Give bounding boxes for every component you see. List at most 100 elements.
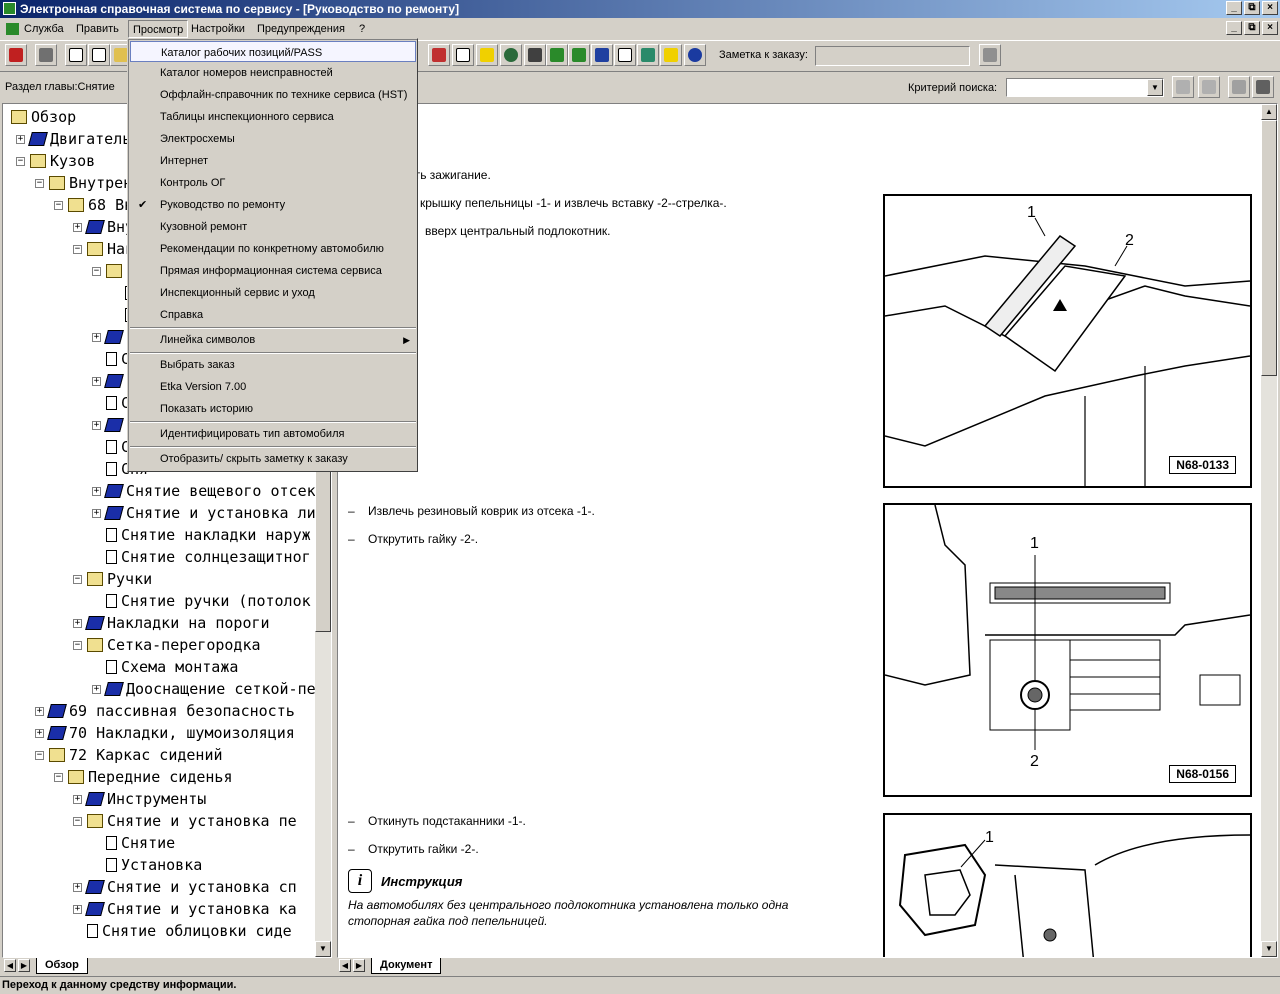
tree-collapse-toggle[interactable]: − [73, 641, 82, 650]
restore-button[interactable]: ⧉ [1244, 1, 1260, 15]
tree-item[interactable]: Кузов [30, 150, 95, 172]
menu-item-inspection-tables[interactable]: Таблицы инспекционного сервиса [130, 106, 416, 128]
tree-item[interactable]: Инструменты [85, 788, 206, 810]
list-button[interactable] [452, 44, 474, 66]
tree-item[interactable]: Снятие облицовки сиде [87, 920, 292, 942]
tree-item[interactable]: Снятие накладки наруж [106, 524, 311, 546]
tree-expand-toggle[interactable]: + [73, 905, 82, 914]
menu-item-history[interactable]: Показать историю [130, 398, 416, 420]
globe-button[interactable] [500, 44, 522, 66]
menu-item-etka[interactable]: Etka Version 7.00 [130, 376, 416, 398]
tab-nav-left-icon[interactable]: ◀ [339, 959, 351, 972]
scroll-up-icon[interactable]: ▲ [1261, 104, 1277, 120]
search-prev-button[interactable] [1172, 76, 1194, 98]
tree-expand-toggle[interactable]: + [92, 685, 101, 694]
tree-collapse-toggle[interactable]: − [35, 179, 44, 188]
tree-item[interactable]: Снятие вещевого отсек [104, 480, 316, 502]
menu-item-help[interactable]: Справка [130, 304, 416, 326]
nav-back-button[interactable] [1228, 76, 1250, 98]
tree-item[interactable]: Двигатель [28, 128, 131, 150]
tree-expand-toggle[interactable]: + [73, 795, 82, 804]
tree-item[interactable]: Снятие и установка сп [85, 876, 297, 898]
tree-expand-toggle[interactable]: + [73, 223, 82, 232]
tree-collapse-toggle[interactable]: − [73, 245, 82, 254]
tree-collapse-toggle[interactable]: − [54, 201, 63, 210]
menu-service[interactable]: Служба [2, 20, 68, 38]
tree-item[interactable]: Снятие и установка ли [104, 502, 316, 524]
tree-expand-toggle[interactable]: + [35, 707, 44, 716]
tree-expand-toggle[interactable]: + [92, 421, 101, 430]
scroll-down-icon[interactable]: ▼ [315, 941, 331, 957]
tree-expand-toggle[interactable]: + [92, 509, 101, 518]
print-button[interactable] [35, 44, 57, 66]
edit-doc-button[interactable] [88, 44, 110, 66]
menu-item-identify-vehicle[interactable]: Идентифицировать тип автомобиля [130, 423, 416, 445]
tree-item[interactable]: Снятие и установка пе [87, 810, 297, 832]
tree-item[interactable]: Дооснащение сеткой-пе [104, 678, 316, 700]
document-scroll-thumb[interactable] [1261, 120, 1277, 376]
search-next-button[interactable] [1198, 76, 1220, 98]
menu-item-wiring[interactable]: Электросхемы [130, 128, 416, 150]
menu-warnings[interactable]: Предупреждения [253, 20, 349, 38]
menu-item-body-repair[interactable]: Кузовной ремонт [130, 216, 416, 238]
tree-item[interactable]: Обзор [11, 106, 76, 128]
info-button[interactable] [684, 44, 706, 66]
menu-edit[interactable]: Править [72, 20, 123, 38]
menu-item-labour-catalog[interactable]: Каталог рабочих позиций/PASS [130, 41, 416, 62]
tree-collapse-toggle[interactable]: − [16, 157, 25, 166]
tree-expand-toggle[interactable]: + [35, 729, 44, 738]
repair-manual-button[interactable] [546, 44, 568, 66]
tree-item[interactable]: Снятие и установка ка [85, 898, 297, 920]
tree-item[interactable]: Схема монтажа [106, 656, 238, 678]
tree-collapse-toggle[interactable]: − [35, 751, 44, 760]
book-button[interactable] [428, 44, 450, 66]
minimize-button[interactable]: _ [1226, 1, 1242, 15]
menu-item-internet[interactable]: Интернет [130, 150, 416, 172]
tree-collapse-toggle[interactable]: − [92, 267, 101, 276]
tree-collapse-toggle[interactable]: − [54, 773, 63, 782]
mdi-restore-button[interactable]: ⧉ [1244, 21, 1260, 35]
menu-item-select-order[interactable]: Выбрать заказ [130, 354, 416, 376]
tab-document[interactable]: Документ [371, 958, 442, 974]
save-button[interactable] [524, 44, 546, 66]
nav-forward-button[interactable] [1252, 76, 1274, 98]
tree-expand-toggle[interactable]: + [73, 619, 82, 628]
tree-expand-toggle[interactable]: + [92, 487, 101, 496]
help-button[interactable] [660, 44, 682, 66]
menu-item-hst[interactable]: Оффлайн-справочник по технике сервиса (H… [130, 84, 416, 106]
car-button[interactable] [568, 44, 590, 66]
close-button[interactable]: × [1262, 1, 1278, 15]
tree-expand-toggle[interactable]: + [92, 377, 101, 386]
menu-help[interactable]: ? [355, 20, 369, 38]
menu-item-repair-manual[interactable]: ✔ Руководство по ремонту [130, 194, 416, 216]
tree-item[interactable]: Накладки на пороги [85, 612, 270, 634]
menu-item-recommendations[interactable]: Рекомендации по конкретному автомобилю [130, 238, 416, 260]
mdi-minimize-button[interactable]: _ [1226, 21, 1242, 35]
menu-item-toggle-note[interactable]: Отобразить/ скрыть заметку к заказу [130, 448, 416, 470]
document-scrollbar[interactable]: ▲ ▼ [1261, 104, 1277, 957]
tree-item[interactable]: Передние сиденья [68, 766, 233, 788]
tree-item[interactable]: Установка [106, 854, 202, 876]
tools-button[interactable] [637, 44, 659, 66]
menu-item-direct-info[interactable]: Прямая информационная система сервиса [130, 260, 416, 282]
tree-item[interactable]: Снятие солнцезащитног [106, 546, 311, 568]
tree-expand-toggle[interactable]: + [92, 333, 101, 342]
tab-overview[interactable]: Обзор [36, 958, 88, 974]
tree-collapse-toggle[interactable]: − [73, 575, 82, 584]
menu-item-symbol-bar[interactable]: Линейка символов ▶ [130, 329, 416, 351]
tree-expand-toggle[interactable]: + [16, 135, 25, 144]
tree-item[interactable]: 72 Каркас сидений [49, 744, 223, 766]
tab-nav-left-icon[interactable]: ◀ [4, 959, 16, 972]
menu-item-emissions[interactable]: Контроль ОГ [130, 172, 416, 194]
exit-button[interactable] [5, 44, 27, 66]
tab-nav-right-icon[interactable]: ▶ [18, 959, 30, 972]
search-combo[interactable]: ▼ [1006, 78, 1164, 97]
tree-collapse-toggle[interactable]: − [73, 817, 82, 826]
scroll-down-icon[interactable]: ▼ [1261, 941, 1277, 957]
tree-item[interactable]: Снятие [106, 832, 175, 854]
tree-item[interactable]: 69 пассивная безопасность [47, 700, 295, 722]
service-car-button[interactable] [591, 44, 613, 66]
checklist-button[interactable] [614, 44, 636, 66]
new-button[interactable] [65, 44, 87, 66]
menu-view[interactable]: Просмотр [128, 20, 189, 38]
